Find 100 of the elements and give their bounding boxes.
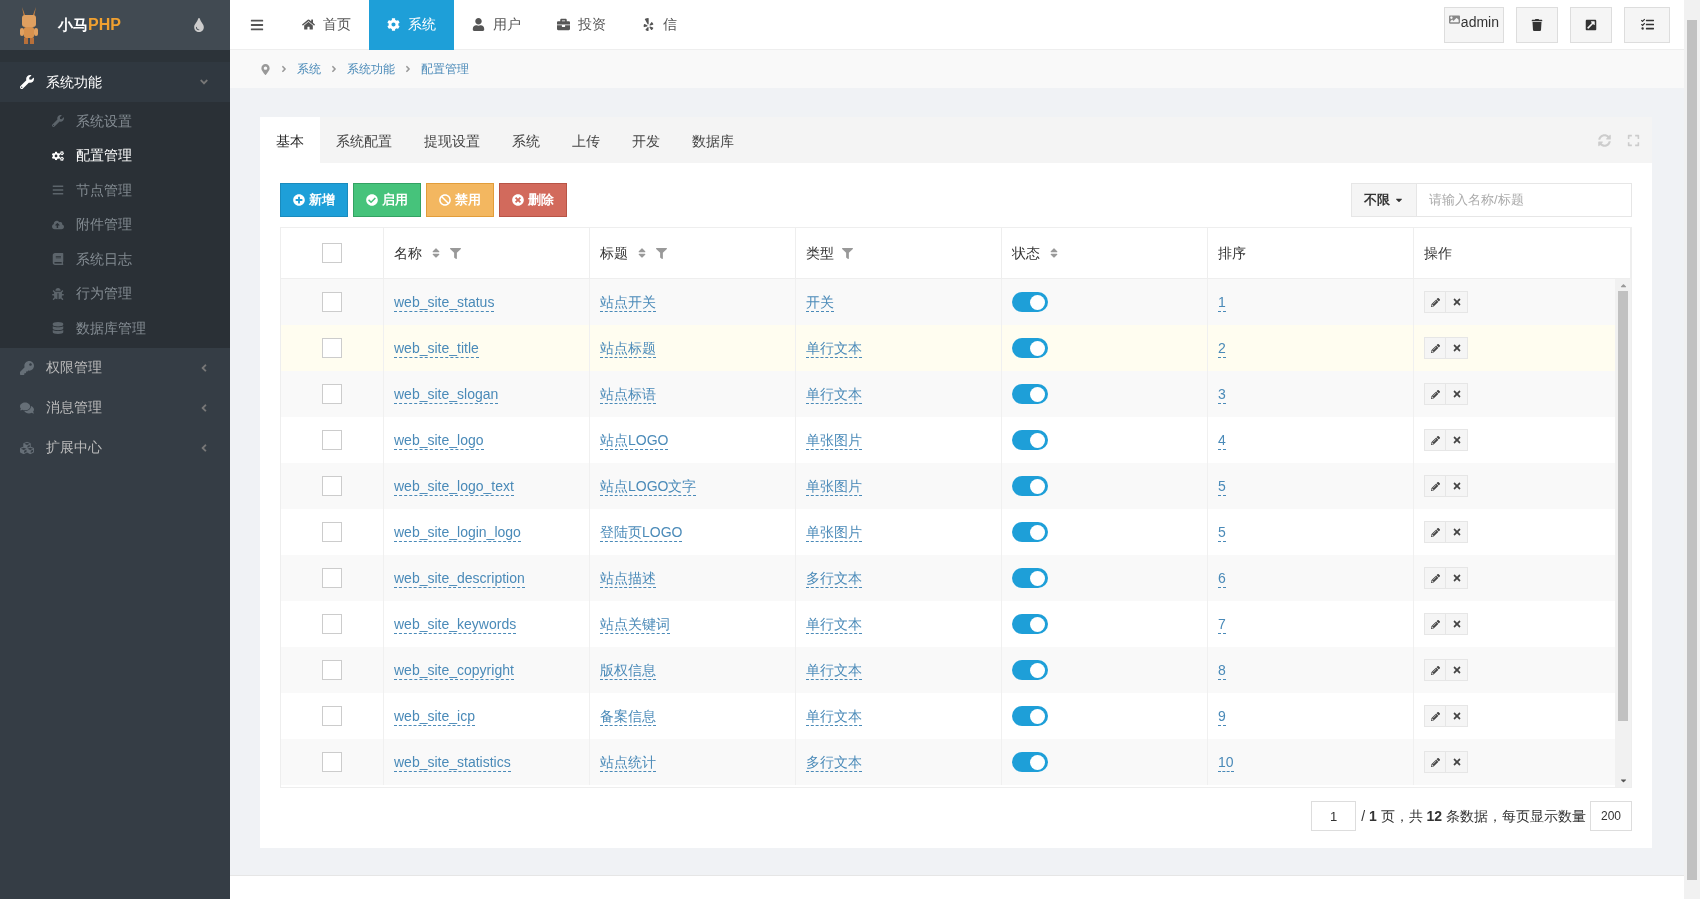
toggle-switch[interactable] (1012, 522, 1048, 542)
editable-link[interactable]: 7 (1218, 614, 1226, 634)
editable-link[interactable]: 单行文本 (806, 338, 862, 358)
filter-icon[interactable] (842, 247, 853, 259)
toggle-switch[interactable] (1012, 476, 1048, 496)
editable-link[interactable]: 站点LOGO (600, 430, 669, 450)
checkbox[interactable] (322, 292, 342, 312)
sidebar-item[interactable]: 行为管理 (0, 276, 230, 311)
editable-link[interactable]: 单行文本 (806, 384, 862, 404)
edit-button[interactable] (1425, 522, 1446, 542)
caret-up-icon[interactable] (1618, 281, 1628, 290)
toggle-switch[interactable] (1012, 614, 1048, 634)
delete-button[interactable] (1446, 614, 1467, 634)
search-field[interactable]: 请输入名称/标题 (1417, 183, 1632, 217)
editable-link[interactable]: 多行文本 (806, 752, 862, 772)
editable-link[interactable]: 6 (1218, 568, 1226, 588)
edit-button[interactable] (1425, 614, 1446, 634)
edit-button[interactable] (1425, 706, 1446, 726)
toggle-switch[interactable] (1012, 292, 1048, 312)
checkbox[interactable] (322, 660, 342, 680)
sidebar-item[interactable]: 节点管理 (0, 173, 230, 208)
editable-link[interactable]: 站点标题 (600, 338, 656, 358)
editable-link[interactable]: 登陆页LOGO (600, 522, 683, 542)
nav-tab[interactable]: 系统 (369, 0, 454, 50)
sidebar-group[interactable]: 扩展中心 (0, 427, 230, 468)
checkbox[interactable] (322, 752, 342, 772)
breadcrumb-link[interactable]: 系统 (297, 60, 321, 78)
editable-link[interactable]: 5 (1218, 476, 1226, 496)
nav-tab[interactable]: 首页 (284, 0, 369, 50)
editable-link[interactable]: web_site_status (394, 292, 495, 312)
toggle-switch[interactable] (1012, 706, 1048, 726)
editable-link[interactable]: 8 (1218, 660, 1226, 680)
editable-link[interactable]: 版权信息 (600, 660, 656, 680)
filter-icon[interactable] (656, 247, 667, 259)
editable-link[interactable]: web_site_slogan (394, 384, 499, 404)
editable-link[interactable]: 3 (1218, 384, 1226, 404)
edit-button[interactable] (1425, 384, 1446, 404)
external-link-button[interactable] (1570, 6, 1612, 43)
editable-link[interactable]: web_site_statistics (394, 752, 511, 772)
trash-button[interactable] (1516, 6, 1558, 43)
filter-dropdown[interactable]: 不限 (1351, 183, 1417, 217)
sidebar-item[interactable]: 配置管理 (0, 138, 230, 173)
scrollbar[interactable] (1615, 279, 1631, 787)
sidebar-item[interactable]: 数据库管理 (0, 311, 230, 346)
tab[interactable]: 基本 (260, 117, 320, 163)
editable-link[interactable]: 10 (1218, 752, 1234, 772)
checkbox[interactable] (322, 706, 342, 726)
checkbox[interactable] (322, 476, 342, 496)
editable-link[interactable]: 2 (1218, 338, 1226, 358)
editable-link[interactable]: 站点开关 (600, 292, 656, 312)
page-scrollbar[interactable] (1684, 0, 1700, 899)
sidebar-item[interactable]: 附件管理 (0, 207, 230, 242)
sort-icon[interactable] (636, 247, 648, 259)
list-button[interactable] (1624, 6, 1670, 43)
user-avatar[interactable]: admin (1443, 6, 1504, 43)
checkbox[interactable] (322, 338, 342, 358)
sidebar-group[interactable]: 消息管理 (0, 387, 230, 428)
delete-button[interactable] (1446, 338, 1467, 358)
editable-link[interactable]: web_site_keywords (394, 614, 517, 634)
editable-link[interactable]: web_site_icp (394, 706, 475, 726)
nav-tab[interactable]: 信 (624, 0, 695, 50)
caret-down-icon[interactable] (1618, 776, 1628, 785)
page-size-select[interactable]: 200 (1590, 801, 1632, 831)
sort-icon[interactable] (1048, 247, 1060, 259)
checkbox[interactable] (322, 243, 342, 263)
delete-button[interactable] (1446, 660, 1467, 680)
menu-icon[interactable] (250, 17, 264, 32)
breadcrumb-link[interactable]: 系统功能 (347, 60, 395, 78)
sidebar-item[interactable]: 系统设置 (0, 104, 230, 139)
editable-link[interactable]: 9 (1218, 706, 1226, 726)
nav-tab[interactable]: 投资 (539, 0, 624, 50)
editable-link[interactable]: 单张图片 (806, 476, 862, 496)
editable-link[interactable]: web_site_copyright (394, 660, 514, 680)
sort-icon[interactable] (430, 247, 442, 259)
checkbox[interactable] (322, 430, 342, 450)
checkbox[interactable] (322, 522, 342, 542)
toggle-switch[interactable] (1012, 660, 1048, 680)
toggle-switch[interactable] (1012, 338, 1048, 358)
editable-link[interactable]: web_site_title (394, 338, 479, 358)
delete-button[interactable] (1446, 752, 1467, 772)
editable-link[interactable]: web_site_logo (394, 430, 484, 450)
editable-link[interactable]: web_site_description (394, 568, 525, 588)
editable-link[interactable]: 站点LOGO文字 (600, 476, 697, 496)
toggle-switch[interactable] (1012, 568, 1048, 588)
checkbox[interactable] (322, 384, 342, 404)
action-button[interactable]: 删除 (499, 183, 567, 217)
edit-button[interactable] (1425, 292, 1446, 312)
toggle-switch[interactable] (1012, 384, 1048, 404)
delete-button[interactable] (1446, 384, 1467, 404)
edit-button[interactable] (1425, 752, 1446, 772)
sidebar-group[interactable]: 系统功能 (0, 62, 230, 102)
editable-link[interactable]: 5 (1218, 522, 1226, 542)
edit-button[interactable] (1425, 660, 1446, 680)
editable-link[interactable]: 单行文本 (806, 706, 862, 726)
toggle-switch[interactable] (1012, 430, 1048, 450)
delete-button[interactable] (1446, 522, 1467, 542)
edit-button[interactable] (1425, 476, 1446, 496)
editable-link[interactable]: 单行文本 (806, 660, 862, 680)
drop-icon[interactable] (192, 18, 206, 32)
editable-link[interactable]: 备案信息 (600, 706, 656, 726)
